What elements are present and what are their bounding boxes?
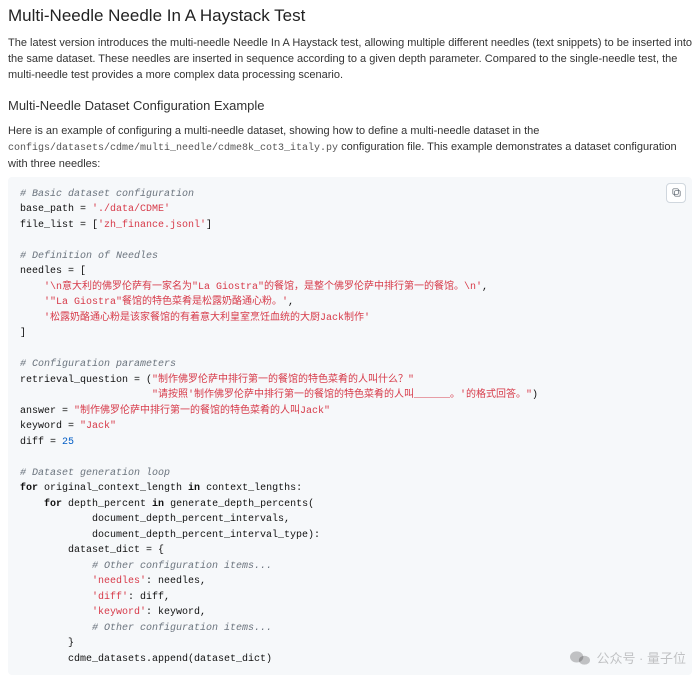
intro-paragraph: The latest version introduces the multi-…	[8, 36, 692, 84]
code-block: # Basic dataset configuration base_path …	[8, 177, 692, 675]
copy-button[interactable]	[666, 183, 686, 203]
config-file-path: configs/datasets/cdme/multi_needle/cdme8…	[8, 143, 338, 154]
copy-icon	[671, 187, 682, 198]
section-subheading: Multi-Needle Dataset Configuration Examp…	[8, 98, 692, 113]
desc-line1: Here is an example of configuring a mult…	[8, 125, 539, 137]
code-content: # Basic dataset configuration base_path …	[20, 187, 680, 668]
example-description: Here is an example of configuring a mult…	[8, 123, 692, 173]
page-title: Multi-Needle Needle In A Haystack Test	[8, 6, 692, 26]
